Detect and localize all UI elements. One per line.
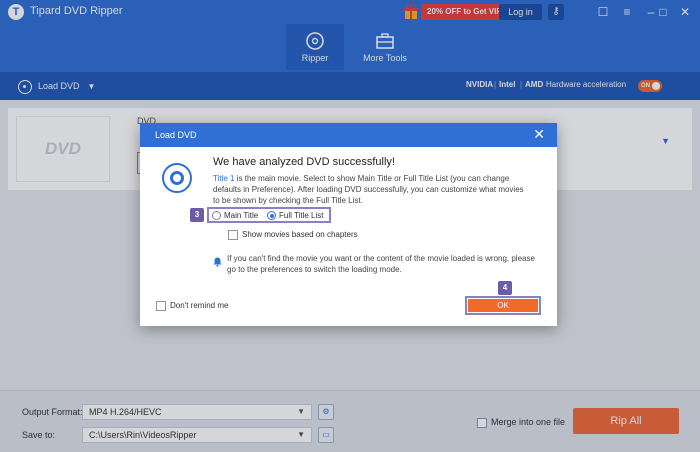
disc-icon — [162, 163, 192, 193]
bell-icon — [213, 257, 222, 267]
ok-button[interactable]: OK — [468, 299, 538, 312]
chapters-label: Show movies based on chapters — [242, 230, 358, 240]
radio-full-title-list[interactable]: Full Title List — [267, 210, 323, 222]
description-text: is the main movie. Select to show Main T… — [213, 174, 524, 205]
dialog-description: Title 1 is the main movie. Select to sho… — [213, 173, 531, 206]
title-link[interactable]: Title 1 — [213, 174, 235, 183]
main-title-label: Main Title — [224, 211, 259, 220]
radio-main-title[interactable]: Main Title — [212, 210, 258, 222]
dialog-title: Load DVD — [155, 130, 197, 140]
chapters-checkbox[interactable]: Show movies based on chapters — [228, 230, 358, 240]
radio-circle[interactable] — [212, 211, 221, 221]
full-title-list-label: Full Title List — [279, 211, 324, 220]
step-badge-4: 4 — [498, 281, 512, 295]
loading-mode-hint: If you can't find the movie you want or … — [227, 254, 535, 274]
dont-remind-checkbox[interactable]: Don't remind me — [156, 301, 228, 311]
dialog-heading: We have analyzed DVD successfully! — [213, 156, 395, 168]
dialog-header: Load DVD ✕ — [140, 123, 557, 147]
step-badge-3: 3 — [190, 208, 204, 222]
load-dvd-dialog: Load DVD ✕ We have analyzed DVD successf… — [140, 123, 557, 326]
checkbox[interactable] — [228, 230, 238, 240]
ok-highlight: OK — [465, 296, 541, 315]
dont-remind-label: Don't remind me — [170, 301, 229, 311]
radio-circle-selected[interactable] — [267, 211, 276, 221]
checkbox[interactable] — [156, 301, 166, 311]
close-icon[interactable]: ✕ — [533, 126, 545, 142]
title-mode-radio-group: Main Title Full Title List — [207, 207, 331, 223]
